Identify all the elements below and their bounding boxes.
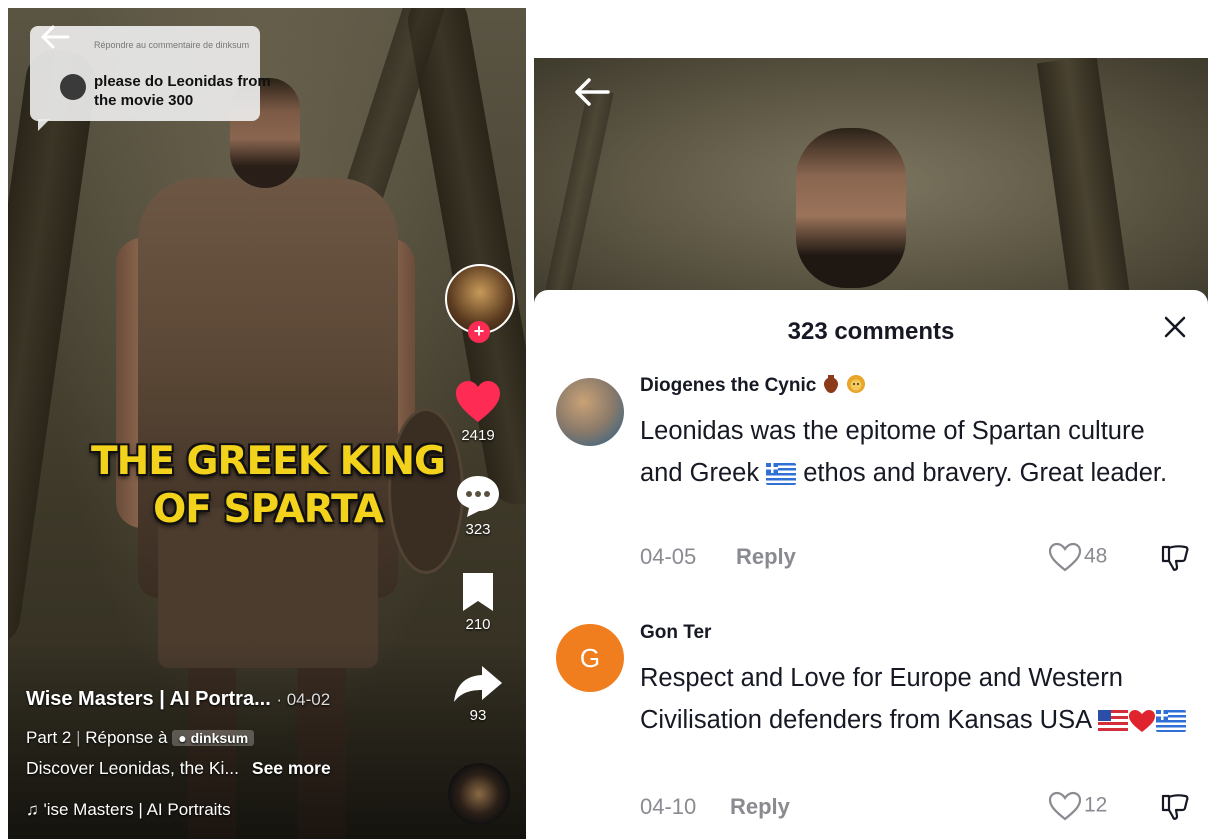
- comment-like-button[interactable]: 48: [1048, 542, 1107, 572]
- like-button[interactable]: 2419: [448, 380, 508, 444]
- dislike-icon[interactable]: [1160, 543, 1190, 573]
- comment-like-count: 48: [1084, 544, 1108, 568]
- comment-text-part: Respect and Love for Europe and Western …: [640, 664, 1123, 734]
- comment-text-part: ethos and bravery. Great leader.: [796, 459, 1168, 487]
- reply-button[interactable]: Reply: [736, 544, 796, 570]
- figure-head: [796, 128, 906, 288]
- separator: |: [76, 728, 81, 747]
- commenter-name[interactable]: Diogenes the Cynic: [640, 374, 867, 397]
- comment-button[interactable]: 323: [448, 474, 508, 538]
- post-date: · 04-02: [276, 690, 331, 709]
- music-track[interactable]: ♫ 'ise Masters | AI Portraits: [26, 800, 231, 820]
- comments-screen: 323 comments Diogenes the Cynic Leonidas…: [534, 58, 1208, 839]
- video-caption: Discover Leonidas, the Ki... See more: [26, 758, 331, 779]
- dislike-icon[interactable]: [1160, 792, 1190, 822]
- greece-flag-icon: [766, 463, 797, 486]
- bookmark-icon: [463, 573, 493, 611]
- commenter-name[interactable]: Gon Ter: [640, 622, 711, 644]
- commenter-name-text: Diogenes the Cynic: [640, 375, 817, 396]
- comment-bubble-icon: [457, 476, 499, 517]
- background-tree: [540, 87, 614, 319]
- reply-button[interactable]: Reply: [730, 794, 790, 820]
- reply-meta: Répondre au commentaire de dinksum: [94, 40, 250, 50]
- lion-emoji-icon: [846, 375, 865, 393]
- video-preview[interactable]: [534, 58, 1208, 319]
- comments-sheet: 323 comments Diogenes the Cynic Leonidas…: [534, 290, 1208, 839]
- video-author[interactable]: Wise Masters | AI Portra... · 04-02: [26, 688, 330, 711]
- mention-chip[interactable]: ● dinksum: [172, 730, 255, 746]
- comment-like-button[interactable]: 12: [1048, 791, 1107, 821]
- comment-date: 04-05: [640, 544, 697, 569]
- comment-text: Respect and Love for Europe and Western …: [640, 657, 1190, 741]
- reply-to-label: Réponse à: [85, 728, 168, 747]
- author-name[interactable]: Wise Masters | AI Portra...: [26, 688, 271, 710]
- save-count: 210: [465, 616, 491, 633]
- comment-like-count: 12: [1084, 793, 1108, 817]
- reply-text: please do Leonidas from the movie 300: [94, 73, 271, 109]
- caption-text: Discover Leonidas, the Ki...: [26, 758, 240, 778]
- comment-count: 323: [465, 521, 491, 538]
- follow-plus-icon[interactable]: +: [468, 321, 490, 343]
- amphora-emoji-icon: [823, 375, 838, 393]
- heart-outline-icon: [1048, 542, 1082, 572]
- share-button[interactable]: 93: [448, 664, 508, 724]
- commenter-avatar[interactable]: G: [556, 624, 624, 692]
- mention-name: dinksum: [190, 730, 249, 746]
- title-line-1: THE GREEK KING: [91, 439, 446, 484]
- music-disc[interactable]: [448, 763, 510, 825]
- reply-avatar: [60, 74, 86, 100]
- video-description-line: Part 2 | Réponse à ● dinksum: [26, 728, 255, 748]
- like-count: 2419: [461, 427, 495, 444]
- share-arrow-icon: [454, 666, 502, 702]
- share-count: 93: [469, 707, 487, 724]
- background-tree: [8, 46, 100, 650]
- greece-flag-icon: [1155, 710, 1186, 733]
- close-icon[interactable]: [1160, 312, 1190, 342]
- heart-outline-icon: [1048, 791, 1082, 821]
- back-arrow-icon[interactable]: [572, 74, 612, 110]
- red-heart-icon: [1128, 710, 1155, 733]
- background-tree: [1036, 58, 1132, 311]
- see-more-link[interactable]: See more: [252, 758, 331, 778]
- save-button[interactable]: 210: [448, 571, 508, 633]
- heart-icon: [456, 381, 500, 422]
- part-label: Part 2: [26, 728, 72, 747]
- music-note-icon: ♫: [26, 800, 39, 819]
- video-screen[interactable]: Répondre au commentaire de dinksum pleas…: [8, 8, 526, 839]
- usa-flag-icon: [1097, 710, 1128, 733]
- comment-text: Leonidas was the epitome of Spartan cult…: [640, 410, 1190, 494]
- back-arrow-icon[interactable]: [38, 22, 72, 52]
- title-line-2: OF SPARTA: [153, 487, 384, 532]
- commenter-avatar[interactable]: [556, 378, 624, 446]
- video-title-overlay: THE GREEK KING OF SPARTA: [48, 438, 488, 534]
- comment-date: 04-10: [640, 794, 697, 819]
- comments-count-title: 323 comments: [787, 318, 955, 345]
- music-title: 'ise Masters | AI Portraits: [43, 800, 231, 819]
